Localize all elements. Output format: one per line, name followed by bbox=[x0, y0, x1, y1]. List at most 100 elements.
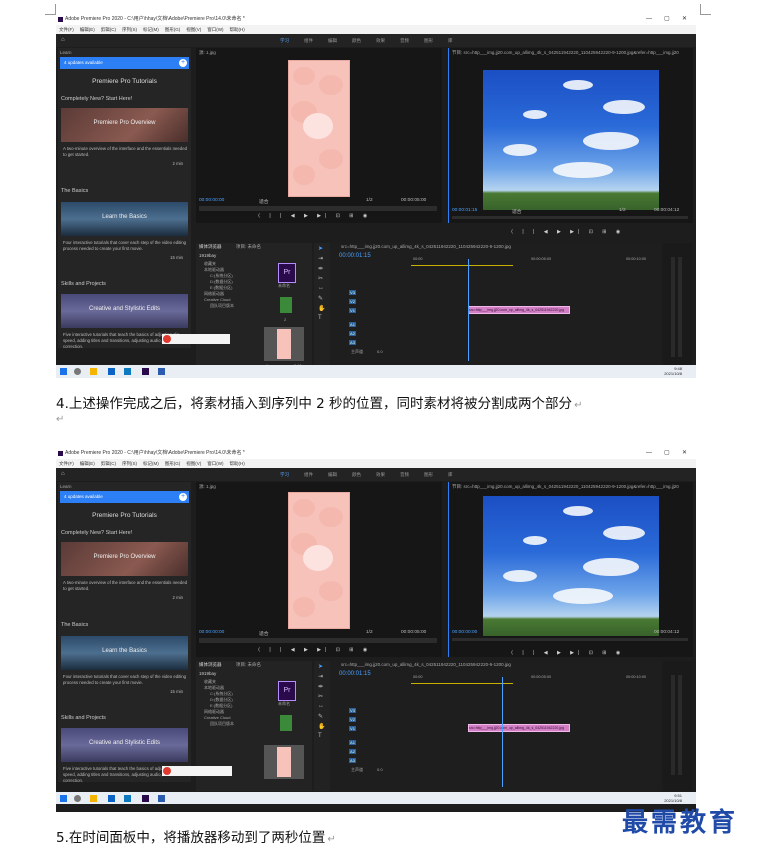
sogou-icon[interactable] bbox=[163, 767, 171, 775]
track-v1[interactable]: V1 bbox=[349, 307, 359, 314]
slip-tool-icon[interactable]: ↔ bbox=[318, 285, 324, 291]
timeline-timecode[interactable]: 00:00:01:15 bbox=[339, 671, 371, 677]
premiere-taskbar-icon[interactable] bbox=[142, 368, 149, 375]
folder-icon[interactable] bbox=[90, 795, 97, 802]
pen-tool-icon[interactable]: ✎ bbox=[318, 713, 323, 720]
tutorial-card-basics[interactable]: Learn the Basics bbox=[61, 636, 188, 670]
tab-workspace-color[interactable]: 颜色 bbox=[352, 468, 361, 481]
program-scrubber[interactable] bbox=[452, 638, 688, 641]
browser-path[interactable]: 1919bay bbox=[199, 253, 216, 258]
menu-file[interactable]: 文件(F) bbox=[59, 27, 74, 32]
browser-path[interactable]: 1919bay bbox=[199, 671, 216, 676]
maximize-button[interactable]: ▢ bbox=[664, 448, 670, 459]
home-icon[interactable]: ⌂ bbox=[61, 34, 65, 47]
updates-banner[interactable]: 4 updates available + bbox=[60, 57, 189, 69]
home-icon[interactable]: ⌂ bbox=[61, 468, 65, 481]
tab-project[interactable]: 项目: 未命名 bbox=[236, 244, 261, 250]
maximize-button[interactable]: ▢ bbox=[664, 14, 670, 25]
search-icon[interactable] bbox=[74, 795, 81, 802]
close-button[interactable]: ✕ bbox=[682, 14, 687, 25]
menu-edit[interactable]: 编辑(E) bbox=[80, 27, 95, 32]
minimize-button[interactable]: — bbox=[646, 14, 652, 25]
menu-help[interactable]: 帮助(H) bbox=[230, 27, 245, 32]
source-scrubber[interactable] bbox=[199, 206, 437, 211]
clip-thumbnail[interactable] bbox=[264, 745, 304, 779]
source-timecode[interactable]: 00:00:00:00 bbox=[199, 198, 224, 203]
menu-edit[interactable]: 编辑(E) bbox=[80, 461, 95, 466]
premiere-taskbar-icon[interactable] bbox=[142, 795, 149, 802]
ie-icon[interactable] bbox=[124, 368, 131, 375]
tab-workspace-assembly[interactable]: 组件 bbox=[304, 468, 313, 481]
clip-thumbnail[interactable] bbox=[264, 327, 304, 361]
tutorial-card-creative[interactable]: Creative and Stylistic Edits bbox=[61, 728, 188, 762]
menu-sequence[interactable]: 序列(S) bbox=[122, 461, 137, 466]
ripple-edit-tool-icon[interactable]: ⇹ bbox=[318, 265, 323, 272]
timeline-tab[interactable]: src=http___img.jj20.com_up_allimg_4k_s_0… bbox=[341, 244, 641, 249]
source-transport-controls[interactable]: ⟨ | | ◀ ▶ ▶| ⊡ ⊞ ◉ bbox=[258, 647, 371, 653]
tab-workspace-libraries[interactable]: 库 bbox=[448, 34, 453, 47]
tree-team-projects[interactable]: 团队项目版本 bbox=[210, 721, 234, 727]
plus-icon[interactable]: + bbox=[179, 59, 187, 67]
menu-window[interactable]: 窗口(W) bbox=[207, 27, 223, 32]
tree-creative-cloud[interactable]: Creative Cloud bbox=[204, 715, 230, 720]
menu-file[interactable]: 文件(F) bbox=[59, 461, 74, 466]
slip-tool-icon[interactable]: ↔ bbox=[318, 703, 324, 709]
hand-tool-icon[interactable]: ✋ bbox=[318, 723, 325, 730]
menu-marker[interactable]: 标记(M) bbox=[143, 461, 159, 466]
playhead[interactable] bbox=[468, 259, 469, 361]
ime-toolbar[interactable] bbox=[162, 766, 232, 776]
menu-view[interactable]: 视图(V) bbox=[186, 461, 201, 466]
track-a2[interactable]: A2 bbox=[349, 330, 359, 337]
track-select-tool-icon[interactable]: ⇥ bbox=[318, 673, 323, 680]
razor-tool-icon[interactable]: ✂ bbox=[318, 275, 323, 282]
tab-workspace-learning[interactable]: 学习 bbox=[280, 34, 289, 47]
tab-workspace-audio[interactable]: 音频 bbox=[400, 468, 409, 481]
track-a1[interactable]: A1 bbox=[349, 321, 359, 328]
ripple-edit-tool-icon[interactable]: ⇹ bbox=[318, 683, 323, 690]
track-a2[interactable]: A2 bbox=[349, 748, 359, 755]
hand-tool-icon[interactable]: ✋ bbox=[318, 305, 325, 312]
track-v1[interactable]: V1 bbox=[349, 725, 359, 732]
track-v2[interactable]: V2 bbox=[349, 716, 359, 723]
track-a3[interactable]: A3 bbox=[349, 339, 359, 346]
tab-workspace-effects[interactable]: 效果 bbox=[376, 468, 385, 481]
tab-project[interactable]: 项目: 未命名 bbox=[236, 662, 261, 668]
tab-workspace-graphics[interactable]: 图形 bbox=[424, 34, 433, 47]
program-scrubber[interactable] bbox=[452, 216, 688, 219]
word-icon[interactable] bbox=[158, 795, 165, 802]
timeline-timecode[interactable]: 00:00:01:15 bbox=[339, 253, 371, 259]
timeline-tab[interactable]: src=http___img.jj20.com_up_allimg_4k_s_0… bbox=[341, 662, 641, 667]
menu-sequence[interactable]: 序列(S) bbox=[122, 27, 137, 32]
tab-workspace-editing[interactable]: 编辑 bbox=[328, 34, 337, 47]
word-icon[interactable] bbox=[158, 368, 165, 375]
tab-workspace-learning[interactable]: 学习 bbox=[280, 468, 289, 481]
source-transport-controls[interactable]: ⟨ | | ◀ ▶ ▶| ⊡ ⊞ ◉ bbox=[258, 213, 371, 219]
source-timecode[interactable]: 00:00:00:00 bbox=[199, 630, 224, 635]
source-ratio-select[interactable]: 1/2 bbox=[366, 630, 373, 635]
tree-creative-cloud[interactable]: Creative Cloud bbox=[204, 297, 230, 302]
program-timecode[interactable]: 00:00:01:15 bbox=[452, 208, 477, 213]
selection-tool-icon[interactable]: ➤ bbox=[318, 663, 323, 670]
menu-graphics[interactable]: 图形(G) bbox=[165, 27, 181, 32]
tab-workspace-libraries[interactable]: 库 bbox=[448, 468, 453, 481]
edge-icon[interactable] bbox=[108, 368, 115, 375]
timeline-clip[interactable]: src=http___img.jj20.com_up_allimg_4k_s_0… bbox=[468, 306, 570, 314]
selection-tool-icon[interactable]: ➤ bbox=[318, 245, 323, 252]
folder-icon[interactable] bbox=[90, 368, 97, 375]
program-transport-controls[interactable]: ⟨ | | ◀ ▶ ▶| ⊡ ⊞ ◉ bbox=[511, 650, 624, 656]
source-ratio-select[interactable]: 1/2 bbox=[366, 198, 373, 203]
tab-workspace-editing[interactable]: 编辑 bbox=[328, 468, 337, 481]
tab-workspace-assembly[interactable]: 组件 bbox=[304, 34, 313, 47]
timeline-clip[interactable]: src=http___img.jj20.com_up_allimg_4k_s_0… bbox=[468, 724, 570, 732]
tutorial-card-basics[interactable]: Learn the Basics bbox=[61, 202, 188, 236]
plus-icon[interactable]: + bbox=[179, 493, 187, 501]
image-file-icon[interactable] bbox=[280, 715, 292, 731]
razor-tool-icon[interactable]: ✂ bbox=[318, 693, 323, 700]
menu-view[interactable]: 视图(V) bbox=[186, 27, 201, 32]
tab-media-browser[interactable]: 媒体浏览器 bbox=[199, 662, 222, 668]
type-tool-icon[interactable]: T bbox=[318, 315, 322, 321]
edge-icon[interactable] bbox=[108, 795, 115, 802]
track-v2[interactable]: V2 bbox=[349, 298, 359, 305]
source-fit-select[interactable]: 适合 bbox=[259, 630, 269, 637]
tab-workspace-graphics[interactable]: 图形 bbox=[424, 468, 433, 481]
